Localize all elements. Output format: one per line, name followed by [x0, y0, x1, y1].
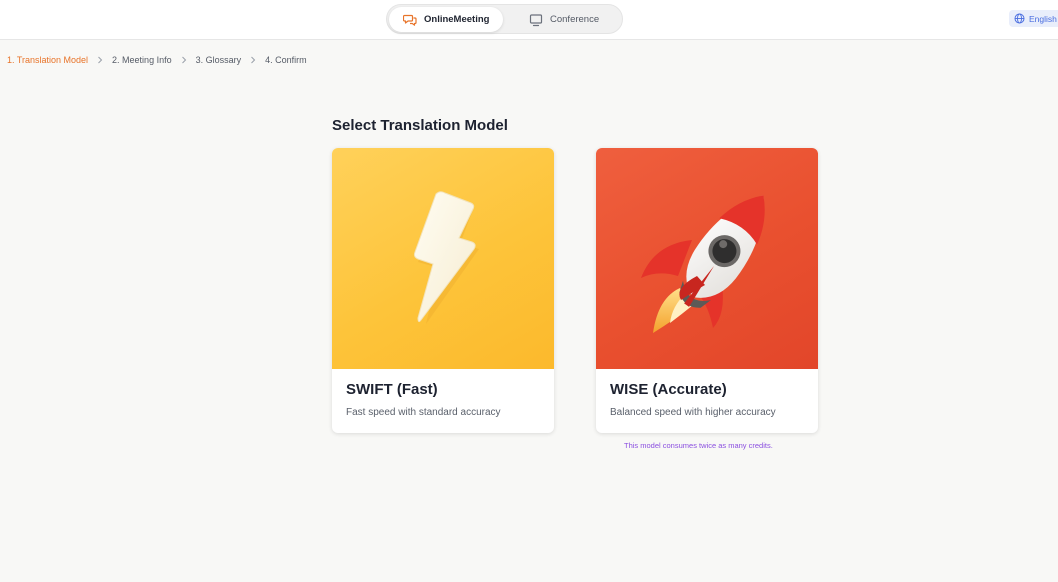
breadcrumb-step-translation-model[interactable]: 1. Translation Model — [7, 55, 88, 65]
model-card-wise-description: Balanced speed with higher accuracy — [610, 407, 776, 418]
chevron-right-icon — [96, 55, 104, 65]
model-card-wise-name: WISE (Accurate) — [610, 381, 727, 398]
breadcrumb: 1. Translation Model 2. Meeting Info 3. … — [7, 55, 307, 65]
model-card-swift-description: Fast speed with standard accuracy — [346, 407, 501, 418]
globe-icon — [1014, 13, 1025, 24]
tab-conference-label: Conference — [550, 14, 600, 25]
model-card-swift[interactable]: SWIFT (Fast) Fast speed with standard ac… — [332, 148, 554, 433]
breadcrumb-step-meeting-info[interactable]: 2. Meeting Info — [112, 55, 172, 65]
model-card-swift-name: SWIFT (Fast) — [346, 381, 438, 398]
rocket-icon — [641, 195, 765, 333]
credit-note: This model consumes twice as many credit… — [624, 441, 773, 450]
lightning-bolt-icon — [413, 191, 479, 324]
breadcrumb-step-confirm[interactable]: 4. Confirm — [265, 55, 307, 65]
chat-bubbles-icon — [403, 13, 417, 27]
model-card-wise[interactable]: WISE (Accurate) Balanced speed with high… — [596, 148, 818, 433]
tab-online-meeting[interactable]: OnlineMeeting — [389, 7, 503, 32]
monitor-icon — [529, 13, 543, 27]
chevron-right-icon — [249, 55, 257, 65]
language-label: English — [1029, 13, 1057, 24]
tab-online-meeting-label: OnlineMeeting — [424, 14, 490, 25]
mode-switch: OnlineMeeting Conference — [386, 4, 623, 34]
breadcrumb-step-glossary[interactable]: 3. Glossary — [196, 55, 242, 65]
model-card-wise-image — [596, 148, 818, 369]
language-selector[interactable]: English — [1009, 10, 1058, 27]
page-title: Select Translation Model — [332, 117, 508, 134]
top-bar: OnlineMeeting Conference English — [0, 0, 1058, 40]
tab-conference[interactable]: Conference — [517, 7, 617, 32]
model-card-swift-image — [332, 148, 554, 369]
chevron-right-icon — [180, 55, 188, 65]
